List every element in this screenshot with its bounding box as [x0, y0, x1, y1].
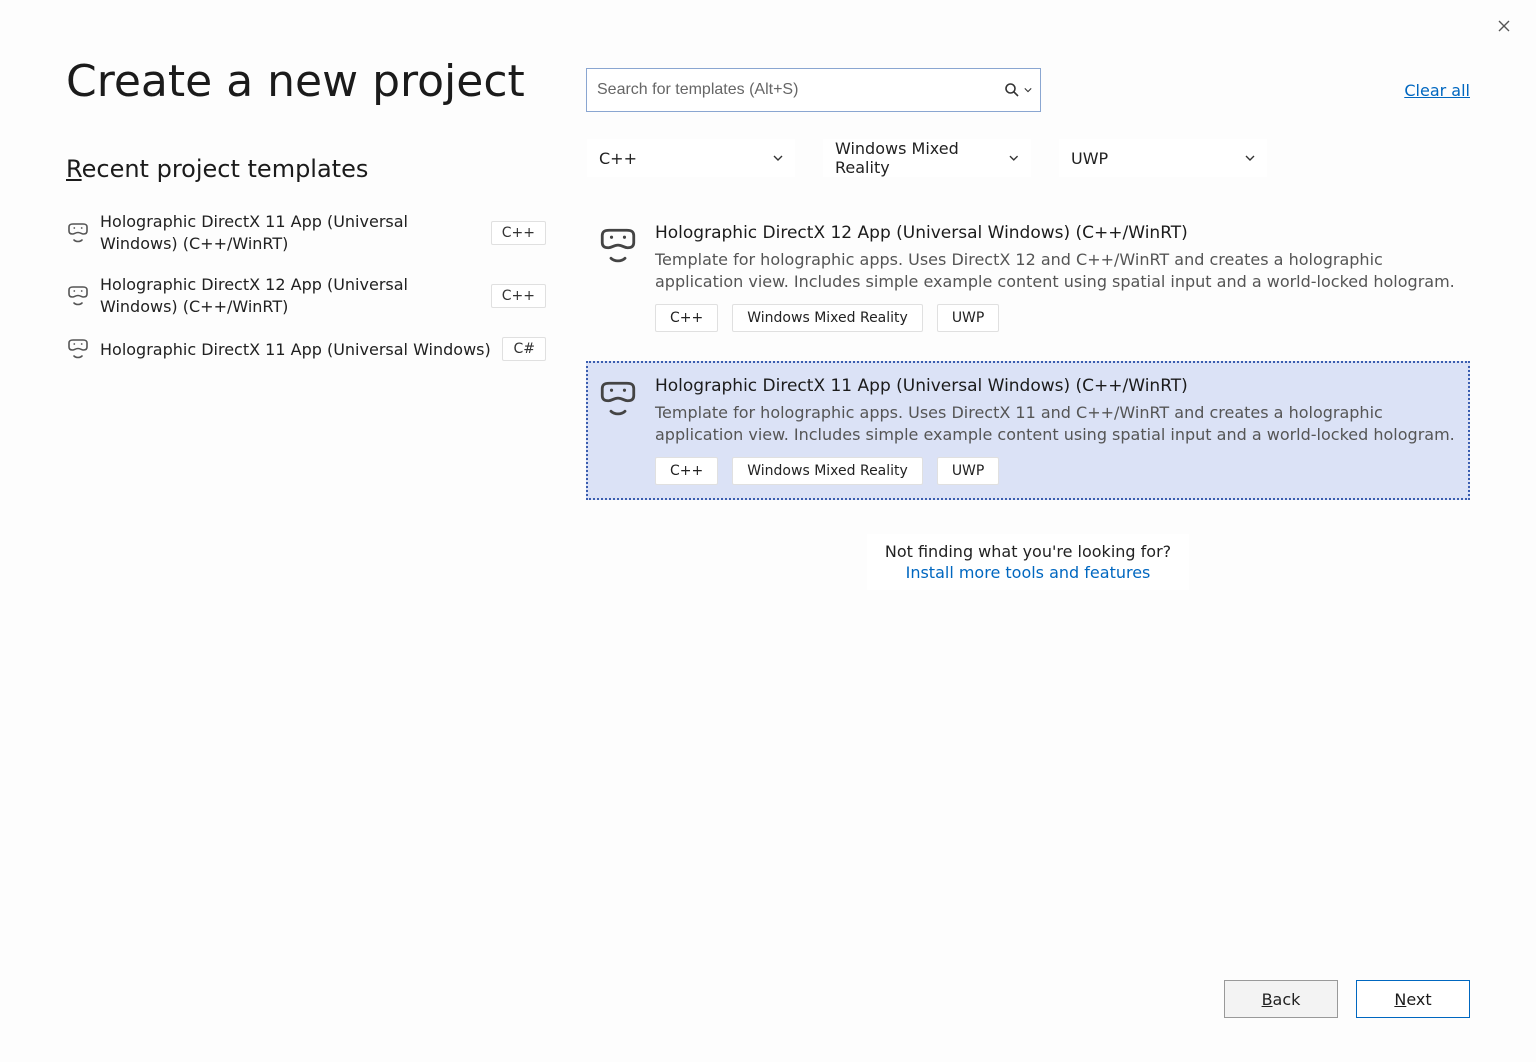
recent-item-label: Holographic DirectX 11 App (Universal Wi… [100, 211, 481, 254]
search-icon [1004, 82, 1020, 98]
chevron-down-icon [1245, 153, 1255, 163]
close-button[interactable] [1492, 14, 1516, 38]
hmd-icon [66, 284, 90, 308]
chevron-down-icon [1024, 86, 1032, 94]
template-tag: C++ [655, 457, 718, 485]
template-card[interactable]: Holographic DirectX 12 App (Universal Wi… [586, 208, 1470, 347]
back-button[interactable]: Back [1224, 980, 1338, 1018]
template-title: Holographic DirectX 11 App (Universal Wi… [655, 376, 1457, 396]
template-list: Holographic DirectX 12 App (Universal Wi… [586, 208, 1470, 500]
install-more-link[interactable]: Install more tools and features [885, 563, 1171, 582]
recent-item-lang: C++ [491, 284, 546, 308]
hmd-icon [597, 225, 639, 267]
search-input[interactable] [597, 81, 1004, 99]
template-tag: UWP [937, 457, 1000, 485]
chevron-down-icon [1009, 153, 1019, 163]
hmd-icon [66, 337, 90, 361]
template-tag: Windows Mixed Reality [732, 457, 923, 485]
recent-item-label: Holographic DirectX 11 App (Universal Wi… [100, 339, 492, 361]
next-button[interactable]: Next [1356, 980, 1470, 1018]
close-icon [1497, 19, 1511, 33]
hmd-icon [66, 221, 90, 245]
template-card[interactable]: Holographic DirectX 11 App (Universal Wi… [586, 361, 1470, 500]
page-title: Create a new project [66, 56, 546, 107]
template-tag: C++ [655, 304, 718, 332]
template-tag: Windows Mixed Reality [732, 304, 923, 332]
filter-platform-value: Windows Mixed Reality [835, 139, 1009, 177]
recent-item-lang: C# [502, 337, 546, 361]
template-description: Template for holographic apps. Uses Dire… [655, 402, 1457, 445]
recent-item[interactable]: Holographic DirectX 12 App (Universal Wi… [66, 274, 546, 317]
filter-project-type-value: UWP [1071, 149, 1108, 168]
filter-language-value: C++ [599, 149, 637, 168]
recent-item[interactable]: Holographic DirectX 11 App (Universal Wi… [66, 211, 546, 254]
not-finding-panel: Not finding what you're looking for? Ins… [867, 534, 1189, 590]
filter-project-type[interactable]: UWP [1058, 138, 1268, 178]
recent-item-label: Holographic DirectX 12 App (Universal Wi… [100, 274, 481, 317]
template-tag: UWP [937, 304, 1000, 332]
filter-platform[interactable]: Windows Mixed Reality [822, 138, 1032, 178]
chevron-down-icon [773, 153, 783, 163]
search-dropdown-button[interactable] [1004, 82, 1032, 98]
not-finding-text: Not finding what you're looking for? [885, 542, 1171, 561]
template-title: Holographic DirectX 12 App (Universal Wi… [655, 223, 1457, 243]
clear-all-link[interactable]: Clear all [1404, 81, 1470, 100]
template-description: Template for holographic apps. Uses Dire… [655, 249, 1457, 292]
hmd-icon [597, 378, 639, 420]
search-box[interactable] [586, 68, 1041, 112]
template-tags: C++ Windows Mixed Reality UWP [655, 304, 1457, 332]
recent-item-lang: C++ [491, 221, 546, 245]
recent-heading: Recent project templates [66, 155, 546, 183]
filter-language[interactable]: C++ [586, 138, 796, 178]
recent-item[interactable]: Holographic DirectX 11 App (Universal Wi… [66, 337, 546, 361]
recent-list: Holographic DirectX 11 App (Universal Wi… [66, 211, 546, 361]
template-tags: C++ Windows Mixed Reality UWP [655, 457, 1457, 485]
